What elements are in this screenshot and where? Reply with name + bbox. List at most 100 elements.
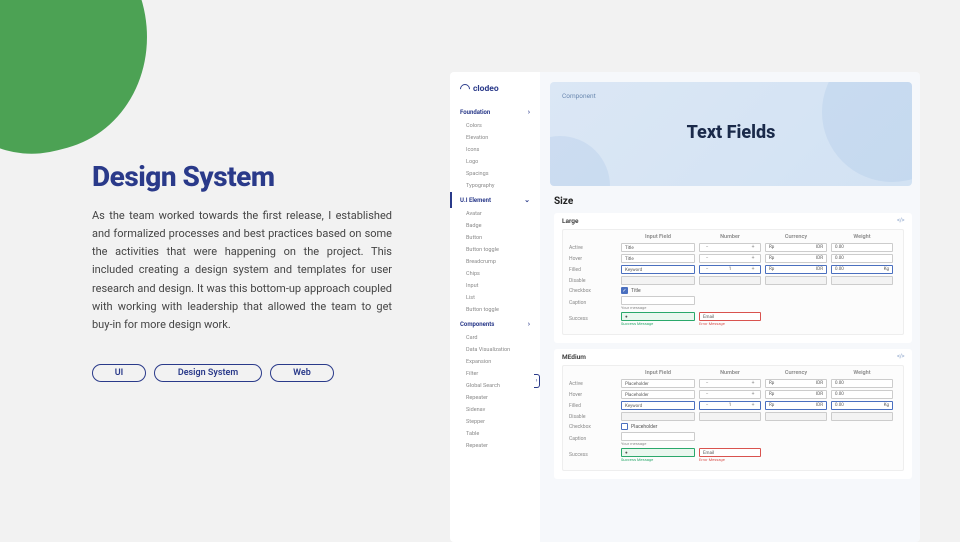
currency-field[interactable]: RpIDR [765, 265, 827, 274]
input-field[interactable]: Keyword [621, 265, 695, 274]
input-field[interactable] [621, 432, 695, 441]
state-label: Checkbox [569, 288, 617, 294]
size-block-large: Large </> Input Field Number Currency We… [554, 213, 912, 343]
weight-field [831, 412, 893, 421]
input-field-error[interactable]: Email [699, 448, 761, 457]
nav-item-button[interactable]: Button [450, 232, 540, 244]
number-field[interactable]: −1+ [699, 401, 761, 410]
nav-item-elevation[interactable]: Elevation [450, 132, 540, 144]
col-input: Input Field [621, 370, 695, 376]
nav-item-global-search[interactable]: Global Search [450, 380, 540, 392]
checkbox-icon[interactable]: ✓ [621, 287, 628, 294]
weight-field[interactable]: 0.00Kg [831, 265, 893, 274]
collapse-sidebar-button[interactable]: › [534, 374, 540, 388]
size-block-medium: MEdium </> Input Field Number Currency W… [554, 349, 912, 479]
tag-ui[interactable]: UI [92, 364, 146, 382]
checkbox-field[interactable]: ✓Title [621, 287, 695, 294]
nav-item-breadcrump[interactable]: Breadcrump [450, 256, 540, 268]
nav-item-badge[interactable]: Badge [450, 220, 540, 232]
nav-item-list[interactable]: List [450, 292, 540, 304]
input-field[interactable]: Keyword [621, 401, 695, 410]
input-field[interactable] [621, 296, 695, 305]
weight-field[interactable]: 0.00 [831, 254, 893, 263]
nav-item-filter[interactable]: Filter [450, 368, 540, 380]
field-grid-large: Input Field Number Currency Weight Activ… [562, 229, 904, 335]
nav-label: Components [460, 321, 494, 328]
nav-item-button-toggle[interactable]: Button toggle [450, 244, 540, 256]
tag-web[interactable]: Web [270, 364, 334, 382]
input-field[interactable]: Placeholder [621, 390, 695, 399]
nav-item-logo[interactable]: Logo [450, 156, 540, 168]
brand-logo[interactable]: clodeo [450, 78, 540, 104]
currency-field[interactable]: RpIDR [765, 243, 827, 252]
hero-banner: Component Text Fields [550, 82, 912, 186]
nav-section-components[interactable]: Components › [450, 316, 540, 332]
state-label: Disable [569, 278, 617, 284]
design-system-preview: clodeo Foundation › Colors Elevation Ico… [450, 72, 920, 542]
state-label: Filled [569, 403, 617, 409]
currency-field[interactable]: RpIDR [765, 379, 827, 388]
currency-field[interactable]: RpIDR [765, 401, 827, 410]
weight-field[interactable]: 0.00 [831, 379, 893, 388]
number-field[interactable]: −+ [699, 390, 761, 399]
number-field [699, 276, 761, 285]
nav-item-repeater-2[interactable]: Repeater [450, 440, 540, 452]
nav-item-colors[interactable]: Colors [450, 120, 540, 132]
code-icon[interactable]: </> [897, 353, 904, 361]
chevron-down-icon: ⌄ [524, 196, 530, 204]
number-field[interactable]: −+ [699, 254, 761, 263]
input-field[interactable]: Title [621, 254, 695, 263]
currency-field[interactable]: RpIDR [765, 390, 827, 399]
col-number: Number [699, 370, 761, 376]
nav-item-stepper[interactable]: Stepper [450, 416, 540, 428]
app-sidebar: clodeo Foundation › Colors Elevation Ico… [450, 72, 540, 542]
input-field-success[interactable]: ● [621, 312, 695, 321]
row-hover: Hover Title −+ RpIDR 0.00 [569, 254, 897, 263]
nav-section-ui-element[interactable]: U.I Element ⌄ [450, 192, 540, 208]
hero-title: Text Fields [550, 122, 912, 143]
nav-item-card[interactable]: Card [450, 332, 540, 344]
col-number: Number [699, 234, 761, 240]
nav-item-icons[interactable]: Icons [450, 144, 540, 156]
hero-eyebrow: Component [562, 92, 900, 100]
code-icon[interactable]: </> [897, 217, 904, 225]
plus-icon[interactable]: + [749, 244, 757, 251]
input-field-error[interactable]: Email [699, 312, 761, 321]
currency-field[interactable]: RpIDR [765, 254, 827, 263]
nav-label: U.I Element [460, 197, 491, 204]
nav-label: Foundation [460, 109, 490, 116]
checkbox-field[interactable]: Placeholder [621, 423, 695, 430]
nav-item-repeater[interactable]: Repeater [450, 392, 540, 404]
nav-item-dataviz[interactable]: Data Visualization [450, 344, 540, 356]
number-field[interactable]: −+ [699, 379, 761, 388]
nav-section-foundation[interactable]: Foundation › [450, 104, 540, 120]
input-field [621, 276, 695, 285]
col-currency: Currency [765, 370, 827, 376]
weight-field[interactable]: 0.00 [831, 390, 893, 399]
input-field-success[interactable]: ● [621, 448, 695, 457]
weight-field[interactable]: 0.00 [831, 243, 893, 252]
number-field [699, 412, 761, 421]
nav-item-avatar[interactable]: Avatar [450, 208, 540, 220]
nav-item-spacings[interactable]: Spacings [450, 168, 540, 180]
input-field[interactable]: Title [621, 243, 695, 252]
input-field[interactable]: Placeholder [621, 379, 695, 388]
error-caption: Error Message [699, 457, 761, 462]
number-field[interactable]: −+ [699, 243, 761, 252]
col-input: Input Field [621, 234, 695, 240]
row-success: Success ●Success Message EmailError Mess… [569, 312, 897, 326]
number-field[interactable]: −1+ [699, 265, 761, 274]
nav-item-sidenav[interactable]: Sidenav [450, 404, 540, 416]
minus-icon[interactable]: − [703, 244, 711, 251]
nav-item-table[interactable]: Table [450, 428, 540, 440]
nav-item-input[interactable]: Input [450, 280, 540, 292]
nav-item-typography[interactable]: Typography [450, 180, 540, 192]
nav-item-chips[interactable]: Chips [450, 268, 540, 280]
nav-item-button-toggle-2[interactable]: Button toggle [450, 304, 540, 316]
checkbox-icon[interactable] [621, 423, 628, 430]
tag-design-system[interactable]: Design System [154, 364, 262, 382]
nav-item-expansion[interactable]: Expansion [450, 356, 540, 368]
row-checkbox: Checkbox Placeholder [569, 423, 897, 430]
state-label: Hover [569, 392, 617, 398]
weight-field[interactable]: 0.00Kg [831, 401, 893, 410]
